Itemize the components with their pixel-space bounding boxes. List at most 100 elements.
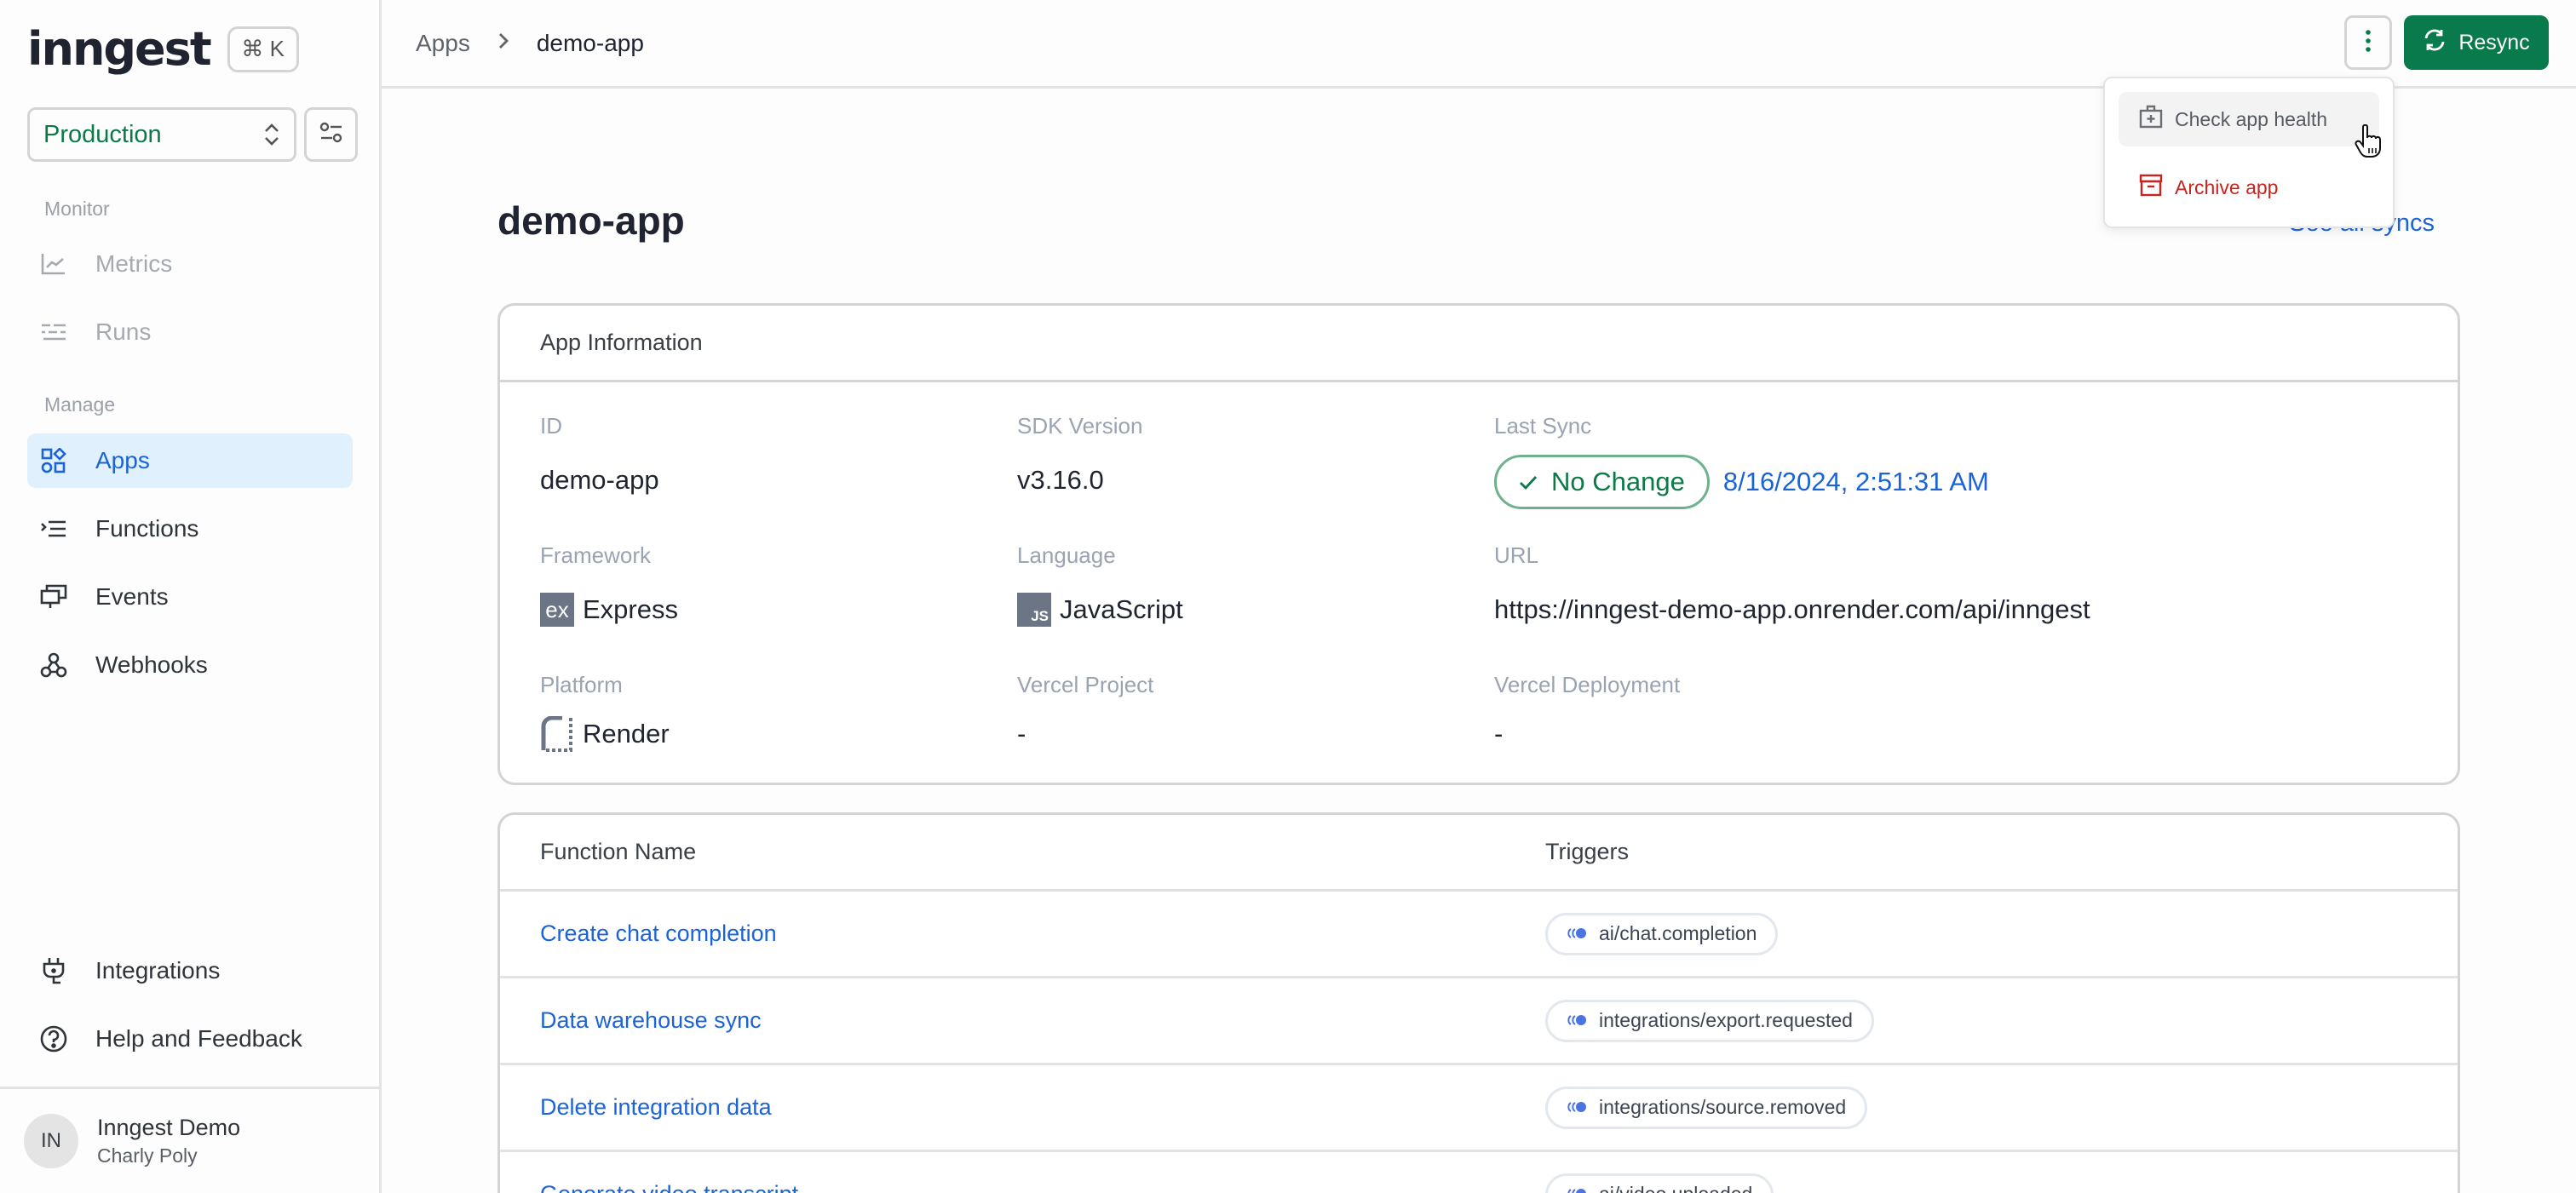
app-root: inngest ⌘ K Production Monitor Metrics R… bbox=[0, 0, 2576, 1193]
field-last-sync: Last Sync No Change 8/16/2024, 2:51:31 A… bbox=[1494, 413, 1989, 509]
user-menu[interactable]: IN Inngest Demo Charly Poly bbox=[24, 1114, 240, 1168]
field-value: v3.16.0 bbox=[1017, 465, 1104, 495]
function-link[interactable]: Delete integration data bbox=[540, 1094, 772, 1120]
refresh-icon bbox=[2423, 28, 2447, 58]
field-language: Language JS JavaScript bbox=[1017, 542, 1183, 627]
field-value: Render bbox=[540, 715, 670, 752]
plug-icon bbox=[39, 956, 68, 985]
field-label: Vercel Deployment bbox=[1494, 672, 1681, 697]
breadcrumb: Apps demo-app bbox=[416, 30, 644, 57]
environment-select[interactable]: Production bbox=[27, 107, 296, 162]
resync-button[interactable]: Resync bbox=[2404, 15, 2549, 70]
breadcrumb-current: demo-app bbox=[536, 29, 644, 56]
field-label: Platform bbox=[540, 672, 623, 697]
field-url: URL https://inngest-demo-app.onrender.co… bbox=[1494, 542, 2090, 627]
resync-label: Resync bbox=[2458, 30, 2530, 54]
events-icon bbox=[39, 582, 68, 611]
logo-row: inngest ⌘ K bbox=[27, 22, 299, 76]
sidebar-item-runs[interactable]: Runs bbox=[27, 305, 353, 359]
sidebar-item-label: Help and Feedback bbox=[95, 1025, 302, 1052]
table-row: Data warehouse sync integrations/export.… bbox=[500, 978, 2458, 1065]
sidebar-item-events[interactable]: Events bbox=[27, 570, 353, 624]
environment-value: Production bbox=[43, 120, 162, 148]
trigger-pill[interactable]: integrations/export.requested bbox=[1545, 999, 1874, 1042]
function-link[interactable]: Create chat completion bbox=[540, 921, 777, 946]
event-trigger-icon bbox=[1567, 1096, 1587, 1119]
field-vercel-deployment: Vercel Deployment - bbox=[1494, 672, 1680, 751]
language-name: JavaScript bbox=[1060, 594, 1183, 624]
sidebar-item-integrations[interactable]: Integrations bbox=[27, 944, 353, 998]
sidebar-item-help[interactable]: Help and Feedback bbox=[27, 1012, 353, 1066]
field-label: ID bbox=[540, 413, 562, 439]
menu-item-archive-app[interactable]: Archive app bbox=[2119, 160, 2379, 215]
trigger-pill[interactable]: integrations/source.removed bbox=[1545, 1086, 1868, 1129]
kebab-menu-icon bbox=[2365, 29, 2372, 57]
environment-settings-button[interactable] bbox=[304, 107, 358, 162]
sync-status-badge: No Change bbox=[1494, 455, 1710, 509]
field-value: - bbox=[1494, 719, 1504, 748]
sidebar-item-label: Apps bbox=[95, 447, 150, 473]
chevron-right-icon bbox=[497, 30, 509, 56]
framework-name: Express bbox=[583, 594, 678, 624]
page-title: demo-app bbox=[497, 198, 685, 243]
field-value: JS JavaScript bbox=[1017, 593, 1183, 627]
trigger-name: ai/chat.completion bbox=[1599, 922, 1757, 944]
function-link[interactable]: Generate video transcript bbox=[540, 1181, 798, 1193]
sidebar-item-label: Events bbox=[95, 583, 169, 610]
functions-table: Function Name Triggers Create chat compl… bbox=[497, 812, 2460, 1193]
field-vercel-project: Vercel Project - bbox=[1017, 672, 1153, 751]
field-platform: Platform Render bbox=[540, 672, 670, 752]
command-palette-button[interactable]: ⌘ K bbox=[227, 26, 299, 72]
express-logo-icon: ex bbox=[540, 593, 574, 627]
more-actions-button[interactable] bbox=[2344, 15, 2392, 70]
javascript-logo-icon: JS bbox=[1017, 593, 1051, 627]
field-value: No Change 8/16/2024, 2:51:31 AM bbox=[1494, 455, 1989, 509]
field-value: ex Express bbox=[540, 593, 678, 627]
table-header: Function Name Triggers bbox=[500, 815, 2458, 892]
render-logo-icon bbox=[540, 715, 574, 752]
table-row: Generate video transcript ai/video.uploa… bbox=[500, 1152, 2458, 1193]
user-org: Inngest Demo bbox=[97, 1115, 241, 1140]
last-sync-timestamp-link[interactable]: 8/16/2024, 2:51:31 AM bbox=[1723, 467, 1989, 497]
menu-item-check-app-health[interactable]: Check app health bbox=[2119, 92, 2379, 146]
trigger-pill[interactable]: ai/video.uploaded bbox=[1545, 1173, 1774, 1193]
column-header-function-name: Function Name bbox=[540, 839, 697, 864]
sidebar: inngest ⌘ K Production Monitor Metrics R… bbox=[0, 0, 382, 1193]
field-value: https://inngest-demo-app.onrender.com/ap… bbox=[1494, 594, 2090, 624]
user-info: Inngest Demo Charly Poly bbox=[97, 1115, 240, 1167]
event-trigger-icon bbox=[1567, 1009, 1587, 1032]
trigger-name: integrations/source.removed bbox=[1599, 1096, 1847, 1118]
trigger-pill[interactable]: ai/chat.completion bbox=[1545, 912, 1779, 955]
sidebar-item-label: Metrics bbox=[95, 250, 173, 277]
function-link[interactable]: Data warehouse sync bbox=[540, 1007, 762, 1033]
field-label: URL bbox=[1494, 542, 1539, 568]
field-framework: Framework ex Express bbox=[540, 542, 678, 627]
field-value: - bbox=[1017, 719, 1026, 748]
first-aid-kit-icon bbox=[2139, 105, 2163, 134]
check-icon bbox=[1519, 467, 1538, 497]
field-label: Vercel Project bbox=[1017, 672, 1154, 697]
sidebar-item-webhooks[interactable]: Webhooks bbox=[27, 638, 353, 692]
sidebar-item-apps[interactable]: Apps bbox=[27, 433, 353, 488]
functions-icon bbox=[39, 514, 68, 543]
card-header: App Information bbox=[500, 306, 2458, 382]
sidebar-item-label: Integrations bbox=[95, 957, 221, 984]
section-label-monitor: Monitor bbox=[44, 198, 110, 220]
menu-item-label: Check app health bbox=[2175, 107, 2328, 130]
sidebar-item-label: Webhooks bbox=[95, 651, 208, 678]
field-label: SDK Version bbox=[1017, 413, 1143, 439]
field-value: demo-app bbox=[540, 465, 659, 495]
sidebar-item-metrics[interactable]: Metrics bbox=[27, 237, 353, 291]
sidebar-divider bbox=[0, 1087, 382, 1089]
breadcrumb-apps[interactable]: Apps bbox=[416, 30, 470, 57]
inngest-logo[interactable]: inngest bbox=[27, 22, 212, 76]
sliders-icon bbox=[319, 122, 343, 148]
avatar: IN bbox=[24, 1114, 78, 1168]
column-header-triggers: Triggers bbox=[1545, 839, 1630, 864]
section-label-manage: Manage bbox=[44, 393, 116, 416]
platform-name: Render bbox=[583, 719, 670, 748]
hand-pointer-cursor-icon bbox=[2355, 123, 2383, 163]
field-label: Last Sync bbox=[1494, 413, 1592, 439]
help-circle-icon bbox=[39, 1024, 68, 1053]
sidebar-item-functions[interactable]: Functions bbox=[27, 502, 353, 556]
